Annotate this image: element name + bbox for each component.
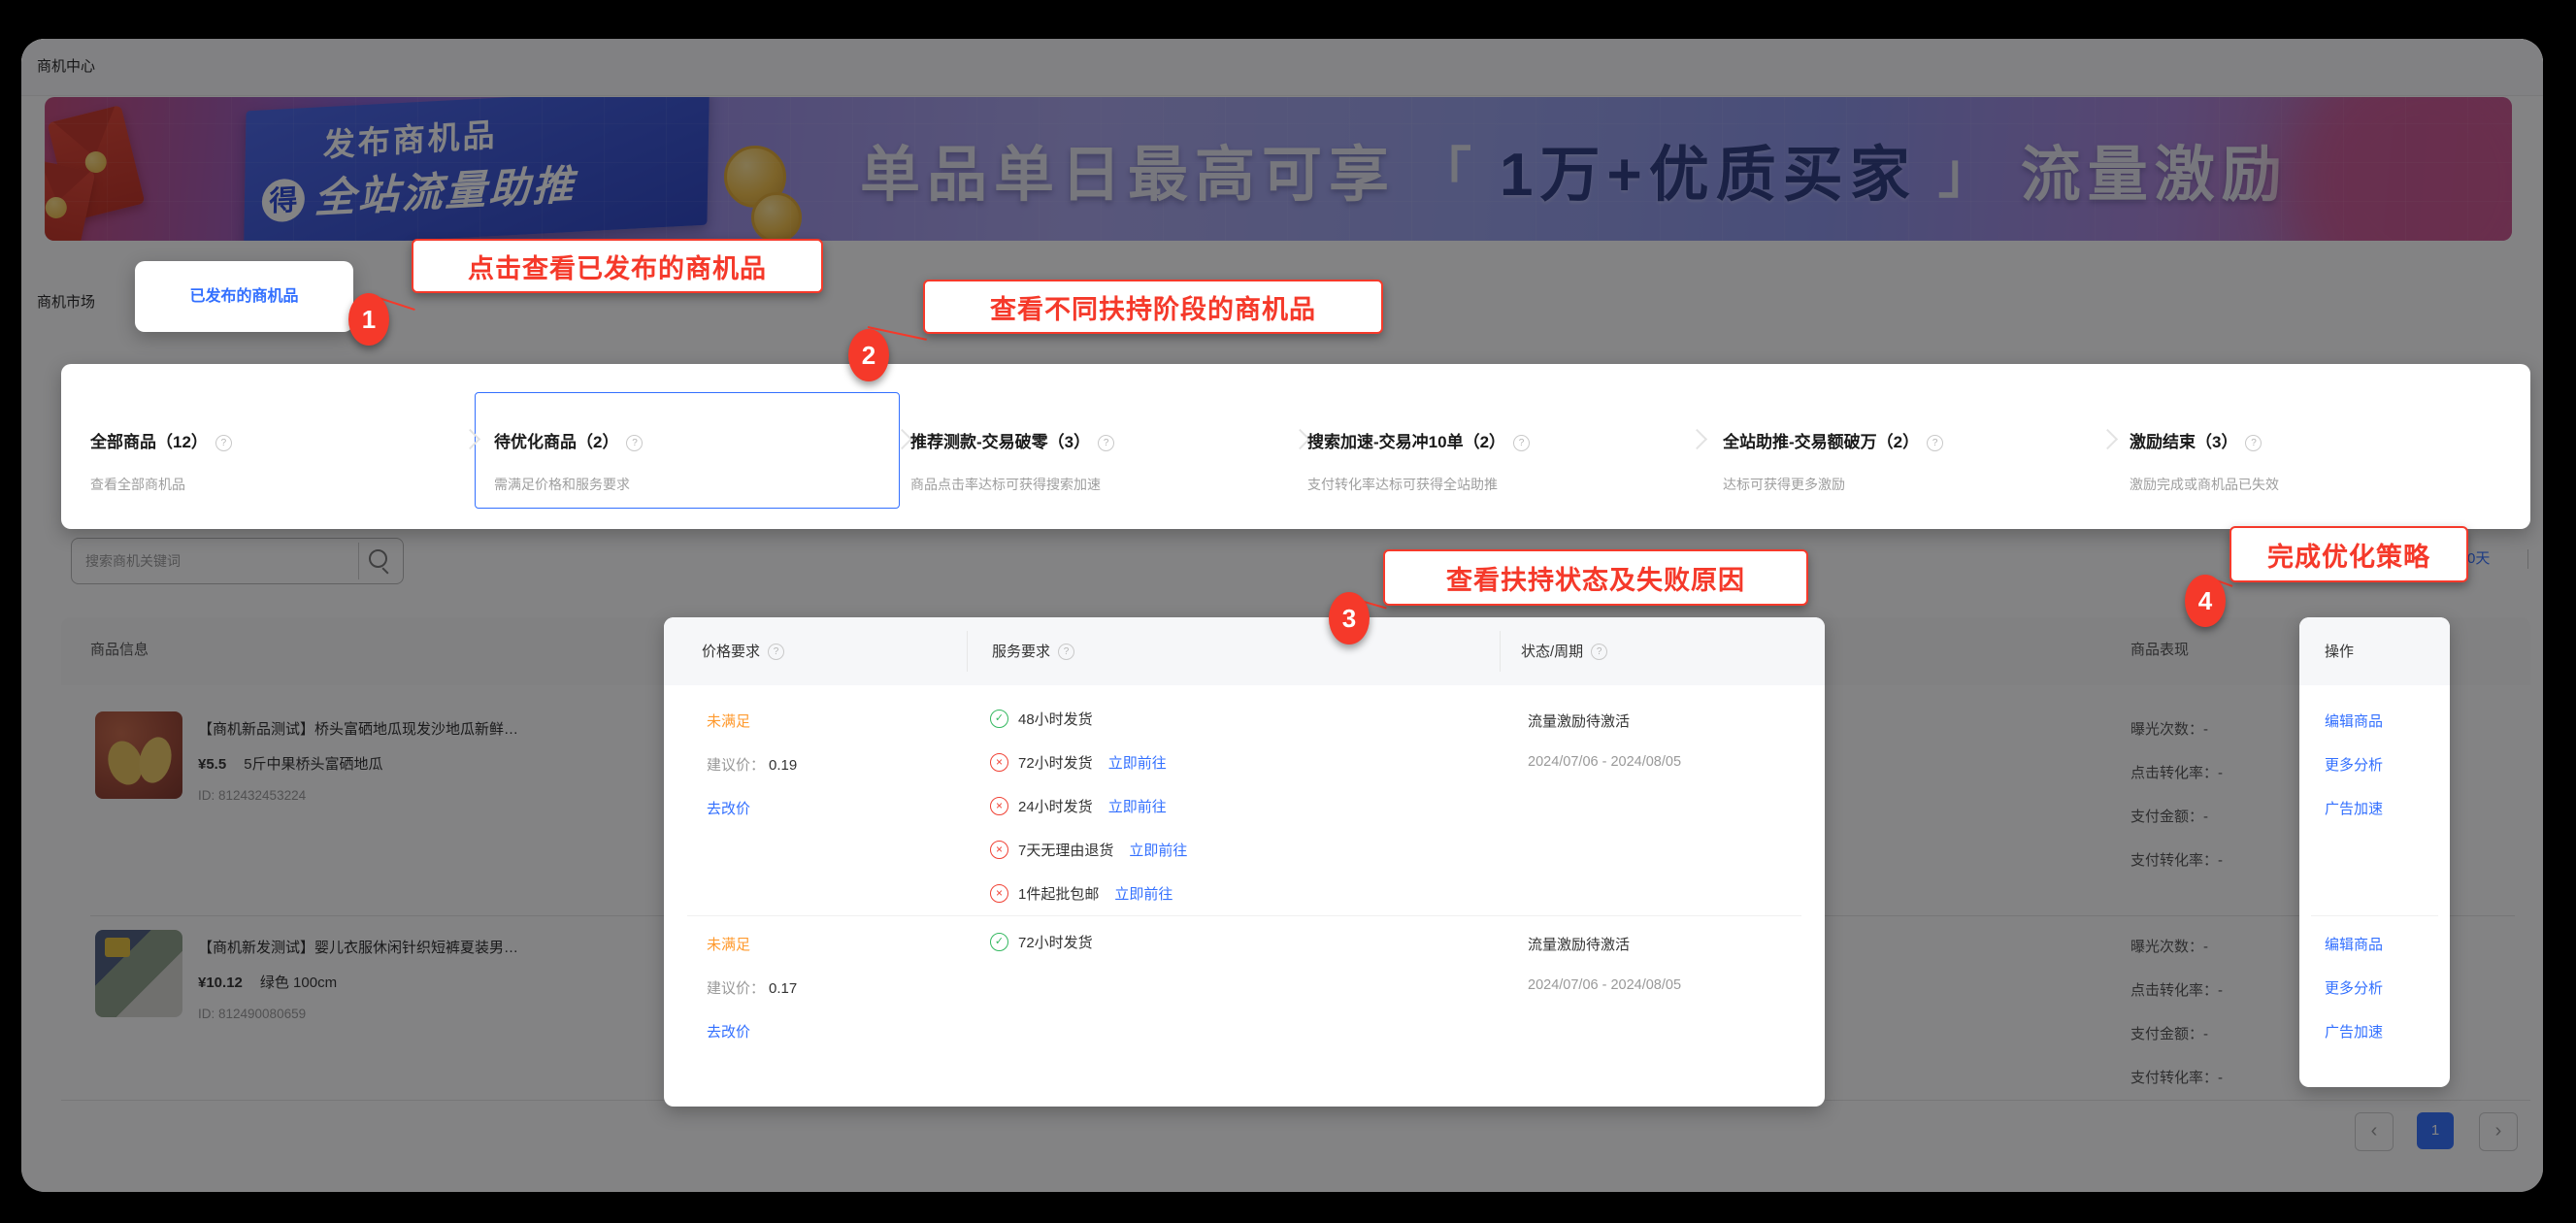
- incentive-status: 流量激励待激活: [1528, 711, 1630, 731]
- filter-incentive-ended[interactable]: 激励结束（3）? 激励完成或商机品已失效: [2130, 364, 2518, 529]
- help-icon[interactable]: ?: [215, 435, 232, 451]
- service-item: × 72小时发货 立即前往: [990, 752, 1167, 773]
- operations-spotlight-panel: 操作 编辑商品 更多分析 广告加速 编辑商品 更多分析 广告加速: [2299, 617, 2450, 1087]
- help-icon[interactable]: ?: [1098, 435, 1114, 451]
- row-divider: [2311, 915, 2438, 916]
- help-icon[interactable]: ?: [768, 644, 784, 660]
- price-req-status: 未满足: [707, 934, 750, 954]
- go-now-link[interactable]: 立即前往: [1108, 752, 1167, 773]
- annotation-step-2-badge: 2: [848, 329, 889, 381]
- ad-boost-link[interactable]: 广告加速: [2325, 1021, 2383, 1041]
- filter-search-boost[interactable]: 搜索加速-交易冲10单（2）? 支付转化率达标可获得全站助推: [1307, 364, 1686, 529]
- tab-published[interactable]: 已发布的商机品: [135, 261, 353, 332]
- cross-circle-icon: ×: [990, 753, 1008, 772]
- annotation-step-4-badge: 4: [2185, 575, 2226, 627]
- col-header-status: 状态/周期?: [1521, 641, 1607, 661]
- help-icon[interactable]: ?: [1058, 644, 1074, 660]
- suggest-price: 建议价：0.19: [707, 754, 797, 775]
- go-now-link[interactable]: 立即前往: [1129, 840, 1187, 860]
- help-icon[interactable]: ?: [626, 435, 643, 451]
- more-analysis-link[interactable]: 更多分析: [2325, 977, 2383, 998]
- requirements-spotlight-panel: 价格要求? 服务要求? 状态/周期? 未满足 建议价：0.19 去改价 ✓ 48…: [664, 617, 1825, 1107]
- more-analysis-link[interactable]: 更多分析: [2325, 754, 2383, 775]
- go-now-link[interactable]: 立即前往: [1108, 796, 1167, 816]
- chevron-separator-icon: [2097, 429, 2118, 449]
- row-divider: [687, 915, 1801, 916]
- ad-boost-link[interactable]: 广告加速: [2325, 798, 2383, 818]
- change-price-link[interactable]: 去改价: [707, 1021, 750, 1041]
- edit-product-link[interactable]: 编辑商品: [2325, 934, 2383, 954]
- go-now-link[interactable]: 立即前往: [1114, 883, 1172, 904]
- filter-recommend-test[interactable]: 推荐测款-交易破零（3）? 商品点击率达标可获得搜索加速: [910, 364, 1289, 529]
- col-header-service-req: 服务要求?: [992, 641, 1074, 661]
- help-icon[interactable]: ?: [1927, 435, 1943, 451]
- filter-to-optimize[interactable]: 待优化商品（2）? 需满足价格和服务要求: [494, 364, 882, 529]
- service-item: × 7天无理由退货 立即前往: [990, 840, 1187, 860]
- help-icon[interactable]: ?: [1591, 644, 1607, 660]
- incentive-period: 2024/07/06 - 2024/08/05: [1528, 977, 1681, 993]
- cross-circle-icon: ×: [990, 841, 1008, 859]
- filter-sitewide-boost[interactable]: 全站助推-交易额破万（2）? 达标可获得更多激励: [1723, 364, 2092, 529]
- annotation-step-1-label: 点击查看已发布的商机品: [412, 239, 823, 293]
- incentive-period: 2024/07/06 - 2024/08/05: [1528, 754, 1681, 770]
- column-divider: [1500, 631, 1501, 672]
- annotation-step-1-badge: 1: [348, 293, 389, 346]
- filter-all-products[interactable]: 全部商品（12）? 查看全部商机品: [90, 364, 471, 529]
- chevron-separator-icon: [1687, 429, 1707, 449]
- edit-product-link[interactable]: 编辑商品: [2325, 711, 2383, 731]
- cross-circle-icon: ×: [990, 884, 1008, 903]
- service-item: ✓ 72小时发货: [990, 932, 1093, 952]
- cross-circle-icon: ×: [990, 797, 1008, 815]
- service-item: ✓ 48小时发货: [990, 709, 1093, 729]
- panel-header-band: [664, 617, 1825, 685]
- stage-filter-panel: 全部商品（12）? 查看全部商机品 待优化商品（2）? 需满足价格和服务要求 推…: [61, 364, 2530, 529]
- annotation-step-3-label: 查看扶持状态及失败原因: [1383, 549, 1808, 606]
- annotation-step-2-label: 查看不同扶持阶段的商机品: [923, 280, 1383, 334]
- incentive-status: 流量激励待激活: [1528, 934, 1630, 954]
- column-divider: [967, 631, 968, 672]
- panel-header-band: [2299, 617, 2450, 685]
- price-req-status: 未满足: [707, 711, 750, 731]
- check-circle-icon: ✓: [990, 710, 1008, 728]
- annotation-step-3-badge: 3: [1329, 592, 1370, 645]
- app-window: 商机中心 发布商机品 得 全站流量助推 单品单日最高可享 「 1万+优质买家 」…: [21, 39, 2543, 1192]
- col-header-price-req: 价格要求?: [702, 641, 784, 661]
- annotation-step-4-label: 完成优化策略: [2229, 526, 2468, 582]
- change-price-link[interactable]: 去改价: [707, 798, 750, 818]
- col-header-operations: 操作: [2325, 641, 2354, 661]
- suggest-price: 建议价：0.17: [707, 977, 797, 998]
- service-item: × 1件起批包邮 立即前往: [990, 883, 1172, 904]
- check-circle-icon: ✓: [990, 933, 1008, 951]
- help-icon[interactable]: ?: [1513, 435, 1530, 451]
- help-icon[interactable]: ?: [2245, 435, 2262, 451]
- service-item: × 24小时发货 立即前往: [990, 796, 1167, 816]
